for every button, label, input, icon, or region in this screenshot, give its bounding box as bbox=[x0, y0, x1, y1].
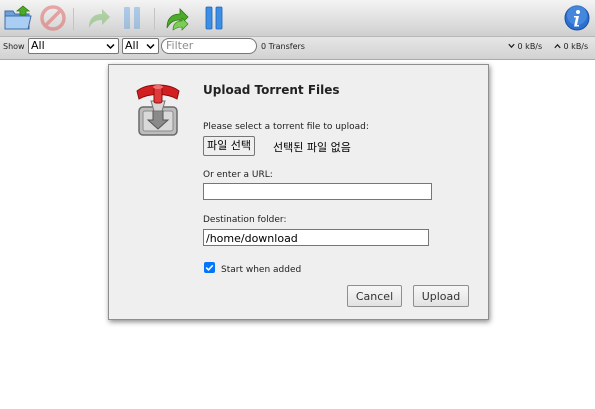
transfer-count: 0 Transfers bbox=[261, 42, 305, 51]
info-icon bbox=[564, 5, 590, 31]
toolbar-separator bbox=[73, 8, 74, 30]
remove-icon bbox=[40, 5, 66, 31]
download-speed-value: 0 kB/s bbox=[517, 42, 543, 51]
upload-arrow-icon bbox=[554, 43, 561, 49]
tracker-filter-select[interactable]: All bbox=[122, 38, 159, 54]
url-label: Or enter a URL: bbox=[203, 170, 273, 180]
start-when-added-label: Start when added bbox=[221, 265, 302, 275]
resume-icon bbox=[89, 9, 110, 28]
resume-all-button[interactable] bbox=[162, 3, 194, 33]
destination-input[interactable]: /home/download bbox=[203, 229, 429, 246]
filter-placeholder: Filter bbox=[166, 39, 194, 52]
state-filter-select[interactable]: All bbox=[28, 38, 119, 54]
upload-speed: 0 kB/s bbox=[554, 42, 588, 51]
filter-input[interactable]: Filter bbox=[161, 38, 257, 54]
show-label: Show bbox=[3, 42, 25, 51]
pause-button[interactable] bbox=[116, 3, 148, 33]
chevron-down-icon bbox=[146, 43, 155, 50]
resume-all-icon bbox=[166, 8, 189, 31]
inspector-button[interactable] bbox=[561, 3, 593, 33]
download-arrow-icon bbox=[508, 43, 515, 49]
url-input[interactable] bbox=[203, 183, 432, 200]
pause-all-button[interactable] bbox=[198, 3, 230, 33]
toolbar bbox=[0, 0, 595, 37]
start-when-added-checkbox[interactable] bbox=[204, 262, 215, 273]
filter-bar: Show All All Filter 0 Transfers 0 kB/s 0… bbox=[0, 37, 595, 60]
state-filter-value: All bbox=[31, 39, 45, 52]
destination-label: Destination folder: bbox=[203, 215, 287, 225]
upload-speed-value: 0 kB/s bbox=[563, 42, 589, 51]
cancel-button[interactable]: Cancel bbox=[347, 285, 402, 307]
open-folder-icon bbox=[4, 5, 32, 30]
pause-icon bbox=[124, 7, 140, 29]
pause-all-icon bbox=[205, 6, 223, 30]
resume-button[interactable] bbox=[82, 3, 114, 33]
chevron-down-icon bbox=[106, 43, 115, 50]
no-file-text: 선택된 파일 없음 bbox=[273, 141, 351, 154]
toolbar-separator bbox=[154, 8, 155, 30]
file-label: Please select a torrent file to upload: bbox=[203, 122, 369, 132]
download-speed: 0 kB/s bbox=[508, 42, 542, 51]
dialog-title: Upload Torrent Files bbox=[203, 83, 340, 97]
upload-button[interactable]: Upload bbox=[413, 285, 469, 307]
upload-dialog: Upload Torrent Files Please select a tor… bbox=[108, 64, 489, 320]
transmission-logo-icon bbox=[136, 84, 180, 136]
remove-torrent-button[interactable] bbox=[37, 3, 69, 33]
choose-file-button[interactable]: 파일 선택 bbox=[203, 136, 255, 156]
open-torrent-button[interactable] bbox=[2, 3, 34, 33]
checkmark-icon bbox=[205, 264, 214, 272]
tracker-filter-value: All bbox=[125, 39, 139, 52]
